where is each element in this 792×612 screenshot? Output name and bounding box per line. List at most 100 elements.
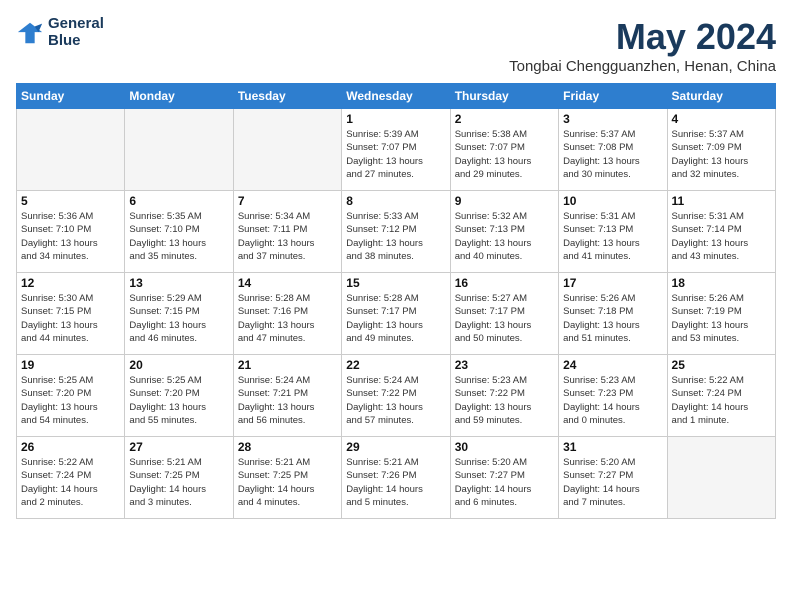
calendar-cell	[667, 437, 775, 519]
day-info: Sunrise: 5:31 AM Sunset: 7:13 PM Dayligh…	[563, 210, 662, 263]
day-number: 6	[129, 194, 228, 208]
day-info: Sunrise: 5:37 AM Sunset: 7:08 PM Dayligh…	[563, 128, 662, 181]
logo-icon	[16, 19, 44, 47]
calendar-cell: 22Sunrise: 5:24 AM Sunset: 7:22 PM Dayli…	[342, 355, 450, 437]
calendar-cell: 24 Sunrise: 5:23 AM Sunset: 7:23 PM Dayli…	[559, 355, 667, 437]
calendar-cell: 27 Sunrise: 5:21 AM Sunset: 7:25 PM Dayli…	[125, 437, 233, 519]
day-number: 7	[238, 194, 337, 208]
day-number: 18	[672, 276, 771, 290]
day-info: Sunrise: 5:22 AM Sunset: 7:24 PM Dayligh…	[21, 456, 120, 509]
col-header-sunday: Sunday	[17, 84, 125, 109]
calendar-cell: 18 Sunrise: 5:26 AM Sunset: 7:19 PM Dayli…	[667, 273, 775, 355]
location-title: Tongbai Chengguanzhen, Henan, China	[509, 58, 776, 75]
calendar-cell	[17, 109, 125, 191]
day-number: 29	[346, 440, 445, 454]
day-info: Sunrise: 5:22 AM Sunset: 7:24 PM Dayligh…	[672, 374, 771, 427]
day-number: 26	[21, 440, 120, 454]
day-number: 10	[563, 194, 662, 208]
col-header-saturday: Saturday	[667, 84, 775, 109]
day-info: Sunrise: 5:23 AM Sunset: 7:22 PM Dayligh…	[455, 374, 554, 427]
day-number: 11	[672, 194, 771, 208]
calendar-cell: 3Sunrise: 5:37 AM Sunset: 7:08 PM Daylig…	[559, 109, 667, 191]
day-info: Sunrise: 5:28 AM Sunset: 7:16 PM Dayligh…	[238, 292, 337, 345]
day-number: 21	[238, 358, 337, 372]
calendar-cell: 5Sunrise: 5:36 AM Sunset: 7:10 PM Daylig…	[17, 191, 125, 273]
day-number: 12	[21, 276, 120, 290]
day-info: Sunrise: 5:32 AM Sunset: 7:13 PM Dayligh…	[455, 210, 554, 263]
day-info: Sunrise: 5:21 AM Sunset: 7:25 PM Dayligh…	[238, 456, 337, 509]
day-number: 31	[563, 440, 662, 454]
day-info: Sunrise: 5:28 AM Sunset: 7:17 PM Dayligh…	[346, 292, 445, 345]
day-info: Sunrise: 5:25 AM Sunset: 7:20 PM Dayligh…	[129, 374, 228, 427]
month-title: May 2024	[509, 16, 776, 58]
calendar-cell	[125, 109, 233, 191]
day-number: 9	[455, 194, 554, 208]
logo-text-line2: Blue	[48, 33, 104, 50]
header-row: SundayMondayTuesdayWednesdayThursdayFrid…	[17, 84, 776, 109]
calendar-cell: 15 Sunrise: 5:28 AM Sunset: 7:17 PM Dayli…	[342, 273, 450, 355]
day-info: Sunrise: 5:24 AM Sunset: 7:21 PM Dayligh…	[238, 374, 337, 427]
day-info: Sunrise: 5:26 AM Sunset: 7:18 PM Dayligh…	[563, 292, 662, 345]
col-header-thursday: Thursday	[450, 84, 558, 109]
calendar-cell: 23 Sunrise: 5:23 AM Sunset: 7:22 PM Dayli…	[450, 355, 558, 437]
col-header-wednesday: Wednesday	[342, 84, 450, 109]
calendar-cell: 9 Sunrise: 5:32 AM Sunset: 7:13 PM Daylig…	[450, 191, 558, 273]
day-number: 2	[455, 112, 554, 126]
day-number: 15	[346, 276, 445, 290]
calendar-table: SundayMondayTuesdayWednesdayThursdayFrid…	[16, 83, 776, 519]
day-number: 23	[455, 358, 554, 372]
day-info: Sunrise: 5:33 AM Sunset: 7:12 PM Dayligh…	[346, 210, 445, 263]
day-number: 28	[238, 440, 337, 454]
day-info: Sunrise: 5:37 AM Sunset: 7:09 PM Dayligh…	[672, 128, 771, 181]
title-block: May 2024 Tongbai Chengguanzhen, Henan, C…	[509, 16, 776, 75]
calendar-cell: 19Sunrise: 5:25 AM Sunset: 7:20 PM Dayli…	[17, 355, 125, 437]
logo: General Blue	[16, 16, 104, 49]
day-info: Sunrise: 5:36 AM Sunset: 7:10 PM Dayligh…	[21, 210, 120, 263]
calendar-cell	[233, 109, 341, 191]
day-info: Sunrise: 5:20 AM Sunset: 7:27 PM Dayligh…	[455, 456, 554, 509]
week-row-5: 26 Sunrise: 5:22 AM Sunset: 7:24 PM Dayli…	[17, 437, 776, 519]
calendar-cell: 12 Sunrise: 5:30 AM Sunset: 7:15 PM Dayli…	[17, 273, 125, 355]
day-info: Sunrise: 5:21 AM Sunset: 7:25 PM Dayligh…	[129, 456, 228, 509]
day-info: Sunrise: 5:27 AM Sunset: 7:17 PM Dayligh…	[455, 292, 554, 345]
day-number: 27	[129, 440, 228, 454]
calendar-cell: 10 Sunrise: 5:31 AM Sunset: 7:13 PM Dayli…	[559, 191, 667, 273]
day-number: 24	[563, 358, 662, 372]
calendar-cell: 31 Sunrise: 5:20 AM Sunset: 7:27 PM Dayli…	[559, 437, 667, 519]
page-header: General Blue May 2024 Tongbai Chengguanz…	[16, 16, 776, 75]
calendar-cell: 6 Sunrise: 5:35 AM Sunset: 7:10 PM Daylig…	[125, 191, 233, 273]
day-info: Sunrise: 5:35 AM Sunset: 7:10 PM Dayligh…	[129, 210, 228, 263]
calendar-cell: 21 Sunrise: 5:24 AM Sunset: 7:21 PM Dayli…	[233, 355, 341, 437]
calendar-cell: 20 Sunrise: 5:25 AM Sunset: 7:20 PM Dayli…	[125, 355, 233, 437]
day-info: Sunrise: 5:31 AM Sunset: 7:14 PM Dayligh…	[672, 210, 771, 263]
col-header-tuesday: Tuesday	[233, 84, 341, 109]
calendar-cell: 28 Sunrise: 5:21 AM Sunset: 7:25 PM Dayli…	[233, 437, 341, 519]
logo-text-line1: General	[48, 16, 104, 33]
day-info: Sunrise: 5:39 AM Sunset: 7:07 PM Dayligh…	[346, 128, 445, 181]
day-number: 25	[672, 358, 771, 372]
calendar-cell: 17 Sunrise: 5:26 AM Sunset: 7:18 PM Dayli…	[559, 273, 667, 355]
day-info: Sunrise: 5:26 AM Sunset: 7:19 PM Dayligh…	[672, 292, 771, 345]
day-number: 30	[455, 440, 554, 454]
week-row-1: 1Sunrise: 5:39 AM Sunset: 7:07 PM Daylig…	[17, 109, 776, 191]
calendar-cell: 4Sunrise: 5:37 AM Sunset: 7:09 PM Daylig…	[667, 109, 775, 191]
week-row-3: 12 Sunrise: 5:30 AM Sunset: 7:15 PM Dayli…	[17, 273, 776, 355]
week-row-4: 19 Sunrise: 5:25 AM Sunset: 7:20 PM Dayli…	[17, 355, 776, 437]
day-info: Sunrise: 5:23 AM Sunset: 7:23 PM Dayligh…	[563, 374, 662, 427]
day-info: Sunrise: 5:20 AM Sunset: 7:27 PM Dayligh…	[563, 456, 662, 509]
day-number: 20	[129, 358, 228, 372]
calendar-cell: 11 Sunrise: 5:31 AM Sunset: 7:14 PM Dayli…	[667, 191, 775, 273]
day-number: 17	[563, 276, 662, 290]
day-info: Sunrise: 5:21 AM Sunset: 7:26 PM Dayligh…	[346, 456, 445, 509]
calendar-cell: 8 Sunrise: 5:33 AM Sunset: 7:12 PM Daylig…	[342, 191, 450, 273]
calendar-cell: 14 Sunrise: 5:28 AM Sunset: 7:16 PM Dayli…	[233, 273, 341, 355]
day-number: 19	[21, 358, 120, 372]
day-number: 16	[455, 276, 554, 290]
calendar-cell: 29 Sunrise: 5:21 AM Sunset: 7:26 PM Dayli…	[342, 437, 450, 519]
day-info: Sunrise: 5:30 AM Sunset: 7:15 PM Dayligh…	[21, 292, 120, 345]
calendar-cell: 1Sunrise: 5:39 AM Sunset: 7:07 PM Daylig…	[342, 109, 450, 191]
calendar-cell: 26 Sunrise: 5:22 AM Sunset: 7:24 PM Dayli…	[17, 437, 125, 519]
day-number: 14	[238, 276, 337, 290]
day-info: Sunrise: 5:29 AM Sunset: 7:15 PM Dayligh…	[129, 292, 228, 345]
day-number: 8	[346, 194, 445, 208]
